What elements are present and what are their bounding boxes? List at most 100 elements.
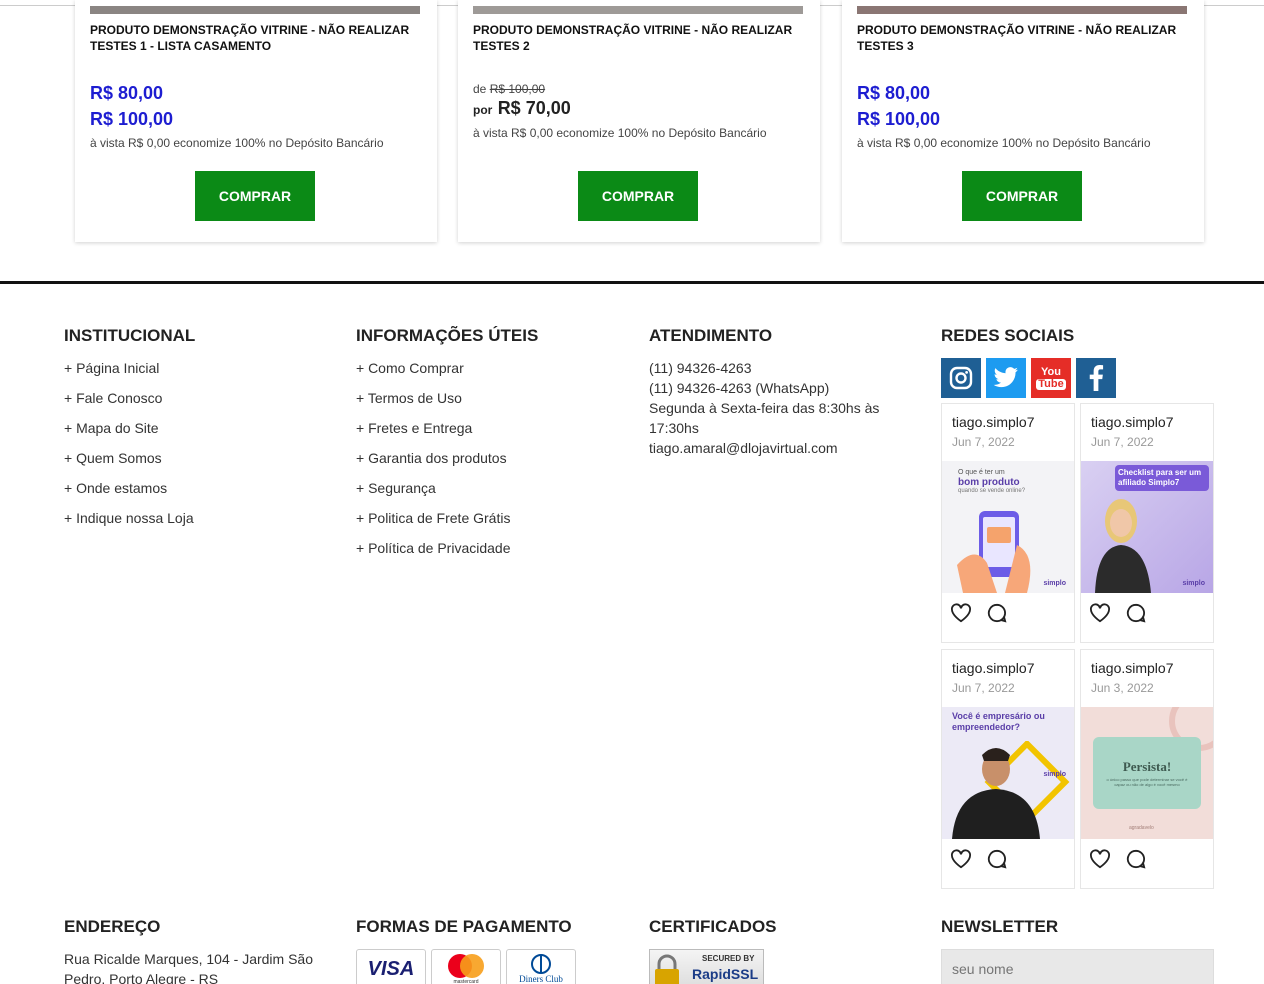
twitter-icon[interactable]: [986, 358, 1026, 398]
product-price-secondary: R$ 100,00: [857, 109, 941, 129]
buy-button[interactable]: COMPRAR: [962, 171, 1082, 221]
post-username[interactable]: tiago.simplo7: [952, 414, 1035, 430]
post-image[interactable]: Checklist para ser um afiliado Simplo7 s…: [1081, 461, 1213, 593]
product-image[interactable]: [473, 6, 803, 14]
link-pagina-inicial[interactable]: + Página Inicial: [64, 358, 194, 388]
youtube-you-text: You: [1041, 365, 1061, 378]
cash-discount-note: à vista R$ 0,00 economize 100% no Depósi…: [90, 136, 384, 150]
product-card[interactable]: PRODUTO DEMONSTRAÇÃO VITRINE - NÃO REALI…: [842, 0, 1204, 242]
post-actions: [950, 603, 1008, 623]
contact-email[interactable]: tiago.amaral@dlojavirtual.com: [649, 438, 899, 458]
link-seguranca[interactable]: + Segurança: [356, 478, 510, 508]
heart-icon[interactable]: [950, 849, 972, 869]
opening-hours: Segunda à Sexta-feira das 8:30hs às 17:3…: [649, 400, 880, 436]
heart-icon[interactable]: [1089, 849, 1111, 869]
old-price: R$ 100,00: [489, 82, 546, 96]
comment-icon[interactable]: [986, 603, 1008, 623]
product-card[interactable]: PRODUTO DEMONSTRAÇÃO VITRINE - NÃO REALI…: [75, 0, 437, 242]
ssl-brand: RapidSSL: [692, 966, 759, 982]
heart-icon[interactable]: [1089, 603, 1111, 623]
certificados-title: CERTIFICADOS: [649, 917, 777, 936]
footer-divider: [0, 281, 1264, 284]
post-date: Jun 3, 2022: [1091, 681, 1154, 695]
post-brand: simplo: [1043, 771, 1066, 778]
padlock-icon: [655, 954, 679, 984]
whatsapp-number: (11) 94326-4263 (WhatsApp): [649, 380, 830, 396]
diners-logo-text: Diners Club: [519, 974, 563, 984]
instagram-post[interactable]: tiago.simplo7 Jun 7, 2022 O que é ter um…: [941, 403, 1075, 643]
new-price-line: por R$ 70,00: [473, 98, 571, 119]
post-username[interactable]: tiago.simplo7: [1091, 660, 1174, 676]
cash-discount-note: à vista R$ 0,00 economize 100% no Depósi…: [857, 136, 1151, 150]
link-privacidade[interactable]: + Política de Privacidade: [356, 538, 510, 568]
instagram-post[interactable]: tiago.simplo7 Jun 3, 2022 Persista! o ún…: [1080, 649, 1214, 889]
de-label: de: [473, 82, 487, 96]
institucional-links: + Página Inicial + Fale Conosco + Mapa d…: [64, 358, 194, 538]
diners-club-icon: Diners Club: [506, 949, 576, 984]
old-price-line: de R$ 100,00: [473, 82, 545, 96]
post-date: Jun 7, 2022: [1091, 435, 1154, 449]
product-image[interactable]: [90, 6, 420, 14]
post-actions: [1089, 849, 1147, 869]
diners-logo: [531, 954, 551, 974]
mastercard-logo: [448, 954, 484, 978]
heart-icon[interactable]: [950, 603, 972, 623]
mastercard-logo-text: mastercard: [453, 979, 479, 984]
link-garantia[interactable]: + Garantia dos produtos: [356, 448, 510, 478]
endereco-title: ENDEREÇO: [64, 917, 161, 936]
post-actions: [950, 849, 1008, 869]
post-username[interactable]: tiago.simplo7: [1091, 414, 1174, 430]
buy-button[interactable]: COMPRAR: [195, 171, 315, 221]
instagram-icon[interactable]: [941, 358, 981, 398]
post-image[interactable]: Persista! o único passo que pode determi…: [1081, 707, 1213, 839]
product-price: R$ 70,00: [497, 98, 571, 118]
product-title[interactable]: PRODUTO DEMONSTRAÇÃO VITRINE - NÃO REALI…: [473, 22, 805, 54]
post-brand: simplo: [1182, 580, 1205, 587]
person-illustration: [1095, 499, 1151, 593]
link-indique-loja[interactable]: + Indique nossa Loja: [64, 508, 194, 538]
link-frete-gratis[interactable]: + Politica de Frete Grátis: [356, 508, 510, 538]
facebook-icon[interactable]: [1076, 358, 1116, 398]
product-price: R$ 80,00: [857, 83, 931, 103]
post-caption-small: O que é ter um: [958, 469, 1005, 476]
link-fale-conosco[interactable]: + Fale Conosco: [64, 388, 194, 418]
post-brand: simplo: [1043, 580, 1066, 587]
por-label: por: [473, 103, 493, 117]
ssl-secured-by: SECURED BY: [702, 954, 755, 963]
buy-button[interactable]: COMPRAR: [578, 171, 698, 221]
newsletter-title: NEWSLETTER: [941, 917, 1059, 936]
post-caption: bom produto: [958, 477, 1020, 488]
link-termos-de-uso[interactable]: + Termos de Uso: [356, 388, 510, 418]
link-quem-somos[interactable]: + Quem Somos: [64, 448, 194, 478]
businessman-illustration: [952, 741, 1070, 839]
post-username[interactable]: tiago.simplo7: [952, 660, 1035, 676]
mastercard-icon: mastercard: [431, 949, 501, 984]
link-mapa-do-site[interactable]: + Mapa do Site: [64, 418, 194, 448]
product-image[interactable]: [857, 6, 1187, 14]
post-caption-sub: o único passo que pode determinar se voc…: [1106, 777, 1188, 787]
post-image[interactable]: Você é empresário ou empreendedor? simpl…: [942, 707, 1074, 839]
youtube-tube-text: Tube: [1036, 377, 1066, 390]
visa-card-icon: VISA: [356, 949, 426, 984]
post-caption: Você é empresário ou empreendedor?: [952, 711, 1045, 732]
youtube-icon[interactable]: You Tube: [1031, 358, 1071, 398]
post-image[interactable]: O que é ter um bom produto quando se ven…: [942, 461, 1074, 593]
product-card[interactable]: PRODUTO DEMONSTRAÇÃO VITRINE - NÃO REALI…: [458, 0, 820, 242]
product-title[interactable]: PRODUTO DEMONSTRAÇÃO VITRINE - NÃO REALI…: [90, 22, 422, 54]
post-brand: agradavelo: [1129, 825, 1154, 831]
newsletter-name-input[interactable]: [941, 949, 1214, 984]
link-onde-estamos[interactable]: + Onde estamos: [64, 478, 194, 508]
link-como-comprar[interactable]: + Como Comprar: [356, 358, 510, 388]
phone-number: (11) 94326-4263: [649, 360, 752, 376]
rapidssl-badge[interactable]: SECURED BY RapidSSL: [649, 949, 764, 984]
comment-icon[interactable]: [1125, 603, 1147, 623]
product-title[interactable]: PRODUTO DEMONSTRAÇÃO VITRINE - NÃO REALI…: [857, 22, 1189, 54]
instagram-post[interactable]: tiago.simplo7 Jun 7, 2022 Você é empresá…: [941, 649, 1075, 889]
instagram-post[interactable]: tiago.simplo7 Jun 7, 2022 Checklist para…: [1080, 403, 1214, 643]
comment-icon[interactable]: [986, 849, 1008, 869]
link-fretes-entrega[interactable]: + Fretes e Entrega: [356, 418, 510, 448]
comment-icon[interactable]: [1125, 849, 1147, 869]
hand-phone-illustration: [957, 511, 1031, 593]
store-address: Rua Ricalde Marques, 104 - Jardim São Pe…: [64, 951, 314, 984]
post-date: Jun 7, 2022: [952, 435, 1015, 449]
